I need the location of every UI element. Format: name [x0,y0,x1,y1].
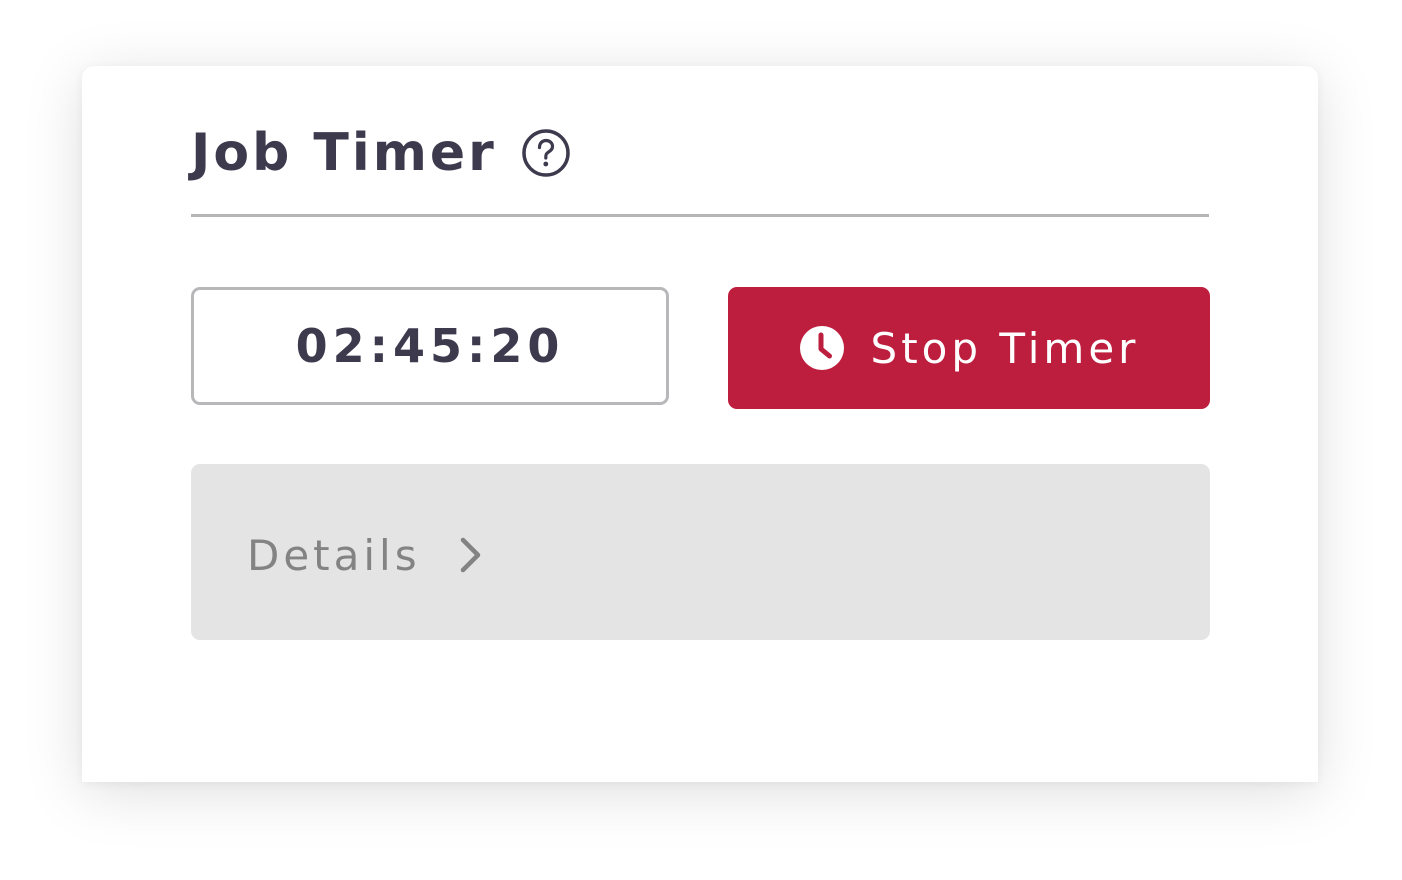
stage: Job Timer 02:45:20 Stop Timer Details [0,0,1402,880]
title-row: Job Timer [191,118,571,188]
job-timer-card: Job Timer 02:45:20 Stop Timer Details [82,66,1318,782]
details-label: Details [247,530,421,580]
elapsed-time: 02:45:20 [295,319,565,373]
details-toggle[interactable]: Details [191,464,1210,640]
chevron-right-icon [455,535,485,575]
details-row: Details [247,524,485,586]
clock-icon [799,325,845,371]
stop-timer-label: Stop Timer [870,323,1140,373]
title-divider [191,214,1209,217]
card-title: Job Timer [191,123,497,183]
timer-display: 02:45:20 [191,287,669,405]
question-circle-icon[interactable] [521,128,571,178]
stop-timer-button[interactable]: Stop Timer [728,287,1210,409]
